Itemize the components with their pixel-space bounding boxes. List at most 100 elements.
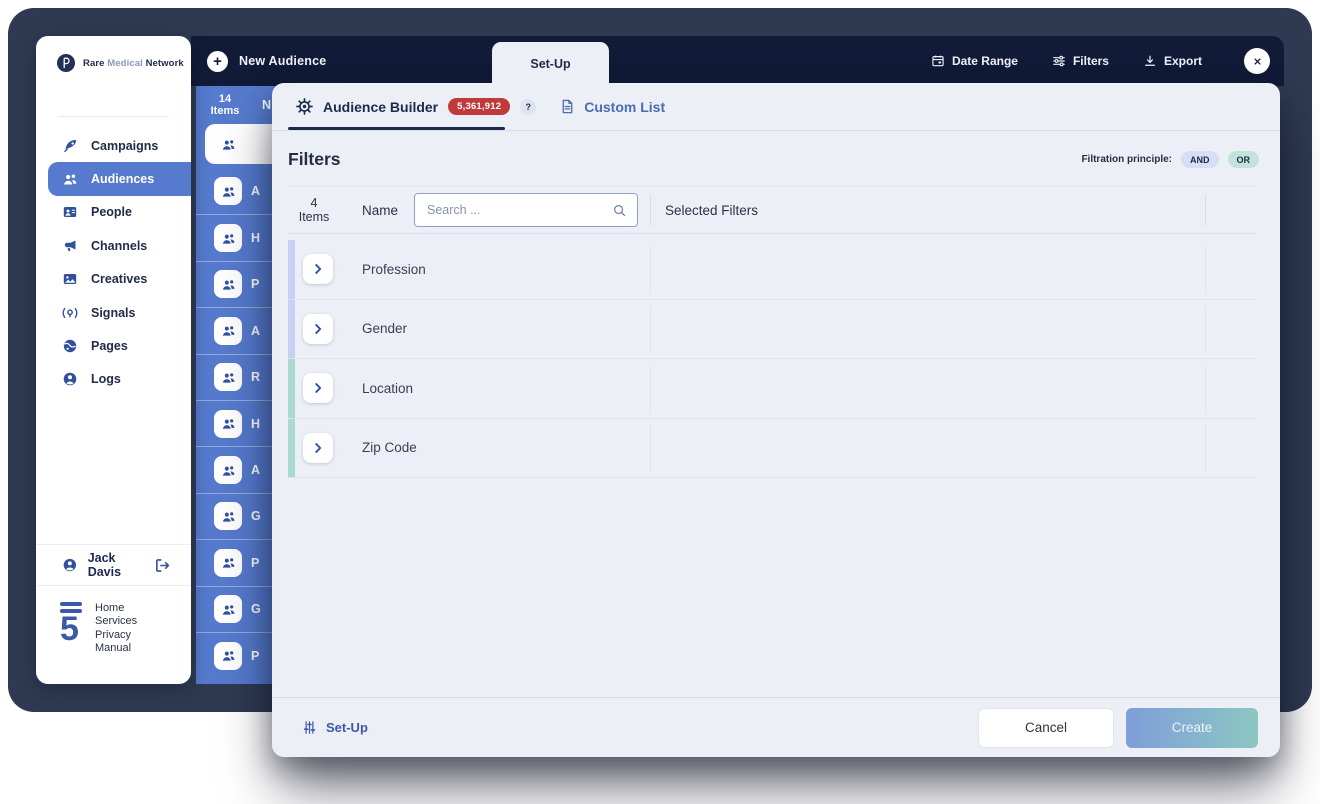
chevron-right-icon (311, 262, 325, 276)
footer-setup-tab[interactable]: Set-Up (302, 720, 368, 735)
sidebar-item-pages[interactable]: Pages (36, 329, 191, 362)
audience-tile[interactable] (214, 177, 242, 205)
audience-list-item[interactable]: R (196, 354, 276, 400)
setup-tab[interactable]: Set-Up (492, 42, 609, 86)
audience-name-partial: P (251, 556, 259, 570)
export-button[interactable]: Export (1143, 54, 1202, 68)
footer-link-privacy[interactable]: Privacy (95, 629, 137, 642)
filters-button[interactable]: Filters (1052, 54, 1109, 68)
sidebar-nav: Campaigns Audiences People Channels Crea… (36, 129, 191, 396)
audience-name-partial: A (251, 324, 260, 338)
audience-list-item[interactable]: H (196, 214, 276, 260)
audience-tile[interactable] (214, 410, 242, 438)
audience-name-header-partial: N (262, 98, 271, 112)
audience-tile[interactable] (214, 130, 242, 158)
audience-tile[interactable] (214, 224, 242, 252)
or-toggle[interactable]: OR (1228, 151, 1260, 168)
audience-list-item[interactable]: P (196, 539, 276, 585)
audience-size-badge: 5,361,912 (448, 98, 510, 115)
user-name: Jack Davis (88, 551, 144, 579)
chevron-right-icon (311, 441, 325, 455)
filter-row-label: Profession (362, 262, 426, 277)
audience-tile[interactable] (214, 317, 242, 345)
signal-icon (62, 305, 78, 321)
sidebar-item-signals[interactable]: Signals (36, 296, 191, 329)
audience-list-item[interactable]: A (196, 446, 276, 492)
close-button[interactable] (1244, 48, 1270, 74)
calendar-icon (931, 54, 945, 68)
audience-name-partial: P (251, 277, 259, 291)
audience-list-header: 14 Items N (196, 86, 276, 124)
search-icon (612, 203, 627, 218)
filter-count-label: Items (288, 210, 340, 225)
logout-icon (154, 557, 171, 574)
people-icon (221, 416, 236, 431)
sidebar-item-creatives[interactable]: Creatives (36, 263, 191, 296)
sidebar-item-audiences[interactable]: Audiences (48, 162, 191, 195)
filters-label: Filters (1073, 54, 1109, 68)
date-range-button[interactable]: Date Range (931, 54, 1018, 68)
sidebar-bottom: Jack Davis 5 Home Services Privacy Manua… (36, 544, 191, 684)
modal-tabs: Audience Builder 5,361,912 ? Custom List (272, 83, 1280, 131)
active-tab-underline (288, 127, 505, 130)
sidebar-item-logs[interactable]: Logs (36, 363, 191, 396)
help-button[interactable]: ? (520, 99, 536, 115)
audience-list-item[interactable]: G (196, 493, 276, 539)
audience-list-item[interactable]: A (196, 168, 276, 214)
expand-button[interactable] (303, 373, 333, 403)
tab-custom-list[interactable]: Custom List (560, 99, 665, 115)
cancel-button[interactable]: Cancel (978, 708, 1114, 748)
audience-tile[interactable] (214, 270, 242, 298)
audience-list-item[interactable]: G (196, 586, 276, 632)
tab-audience-builder-label: Audience Builder (323, 99, 438, 115)
filter-row-location[interactable]: Location (288, 359, 1256, 419)
plus-icon[interactable]: + (207, 51, 228, 72)
filter-search-input[interactable] (425, 202, 606, 218)
footer-link-services[interactable]: Services (95, 615, 137, 628)
people-icon (221, 277, 236, 292)
filter-row-label: Zip Code (362, 440, 417, 455)
brand-word-3: Network (146, 58, 184, 69)
expand-button[interactable] (303, 433, 333, 463)
filter-row-profession[interactable]: Profession (288, 240, 1256, 300)
audience-tile[interactable] (214, 595, 242, 623)
and-toggle[interactable]: AND (1181, 151, 1219, 168)
audience-tile[interactable] (214, 549, 242, 577)
audience-name-partial: P (251, 649, 259, 663)
people-icon (221, 602, 236, 617)
row-divider (650, 425, 651, 472)
gear-icon (296, 98, 313, 115)
sidebar-item-channels[interactable]: Channels (36, 229, 191, 262)
people-icon (221, 137, 236, 152)
filter-row-zipcode[interactable]: Zip Code (288, 419, 1256, 479)
audience-list-item[interactable]: A (196, 307, 276, 353)
audience-list-item[interactable]: P (196, 632, 276, 678)
vertical-sliders-icon (302, 720, 317, 735)
audience-list-item[interactable]: H (196, 400, 276, 446)
sidebar-item-campaigns[interactable]: Campaigns (36, 129, 191, 162)
tab-audience-builder[interactable]: Audience Builder 5,361,912 ? (296, 98, 536, 115)
footer-link-home[interactable]: Home (95, 602, 137, 615)
expand-button[interactable] (303, 254, 333, 284)
audience-list-item[interactable]: P (196, 261, 276, 307)
filter-row-gender[interactable]: Gender (288, 300, 1256, 360)
logout-button[interactable] (154, 557, 171, 574)
people-icon (221, 184, 236, 199)
person-circle-icon (62, 371, 78, 387)
tab-custom-list-label: Custom List (584, 99, 665, 115)
audience-tile[interactable] (214, 502, 242, 530)
audience-tile[interactable] (214, 456, 242, 484)
filtration-principle-label: Filtration principle: (1081, 154, 1172, 165)
expand-button[interactable] (303, 314, 333, 344)
user-row: Jack Davis (36, 544, 191, 586)
sidebar-divider (58, 116, 169, 117)
footer-link-manual[interactable]: Manual (95, 642, 137, 655)
new-audience-button[interactable]: + New Audience (191, 51, 326, 72)
audience-count-label: Items (202, 105, 248, 118)
audience-tile[interactable] (214, 363, 242, 391)
rocket-icon (62, 138, 78, 154)
audience-tile[interactable] (214, 642, 242, 670)
column-divider (1205, 194, 1206, 226)
sidebar-item-people[interactable]: People (36, 196, 191, 229)
create-button[interactable]: Create (1126, 708, 1258, 748)
